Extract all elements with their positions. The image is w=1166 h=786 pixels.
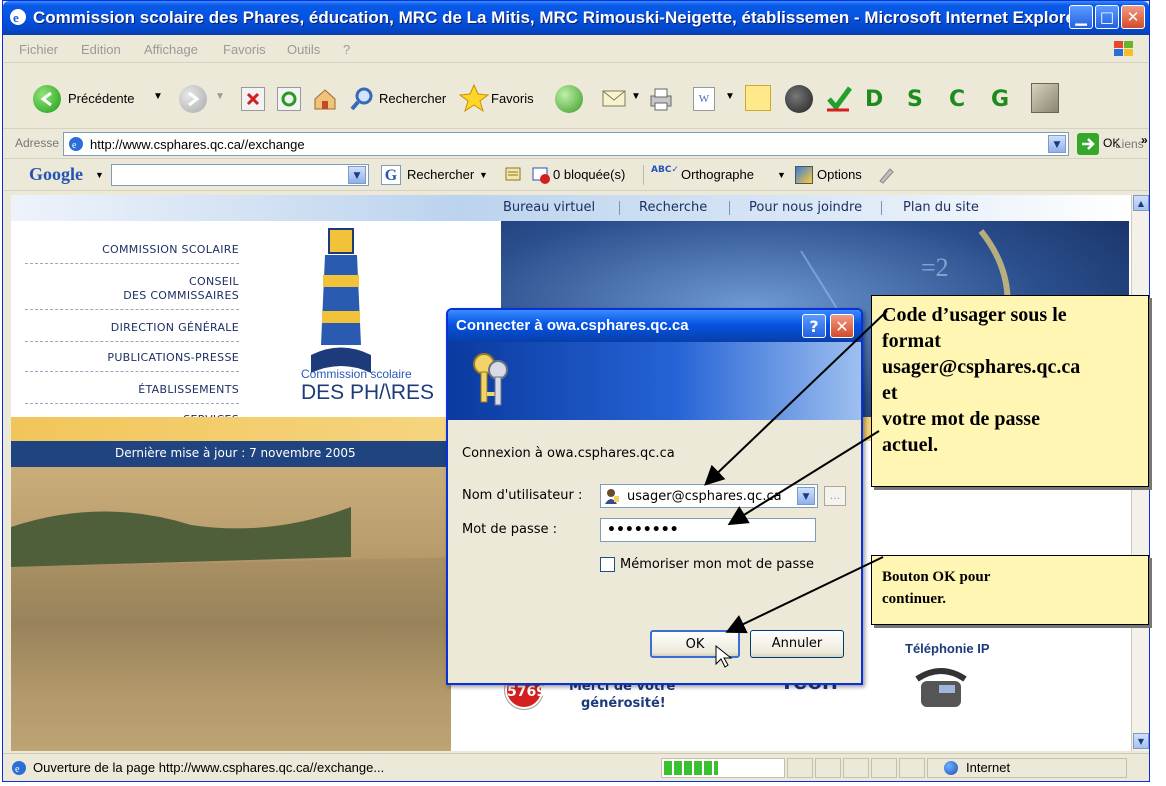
arrow-to-username — [704, 310, 888, 486]
arrow-to-password — [727, 430, 880, 526]
browser-window: e Commission scolaire des Phares, éducat… — [2, 0, 1150, 782]
callout-arrows — [704, 310, 888, 634]
arrow-to-ok — [725, 556, 884, 634]
